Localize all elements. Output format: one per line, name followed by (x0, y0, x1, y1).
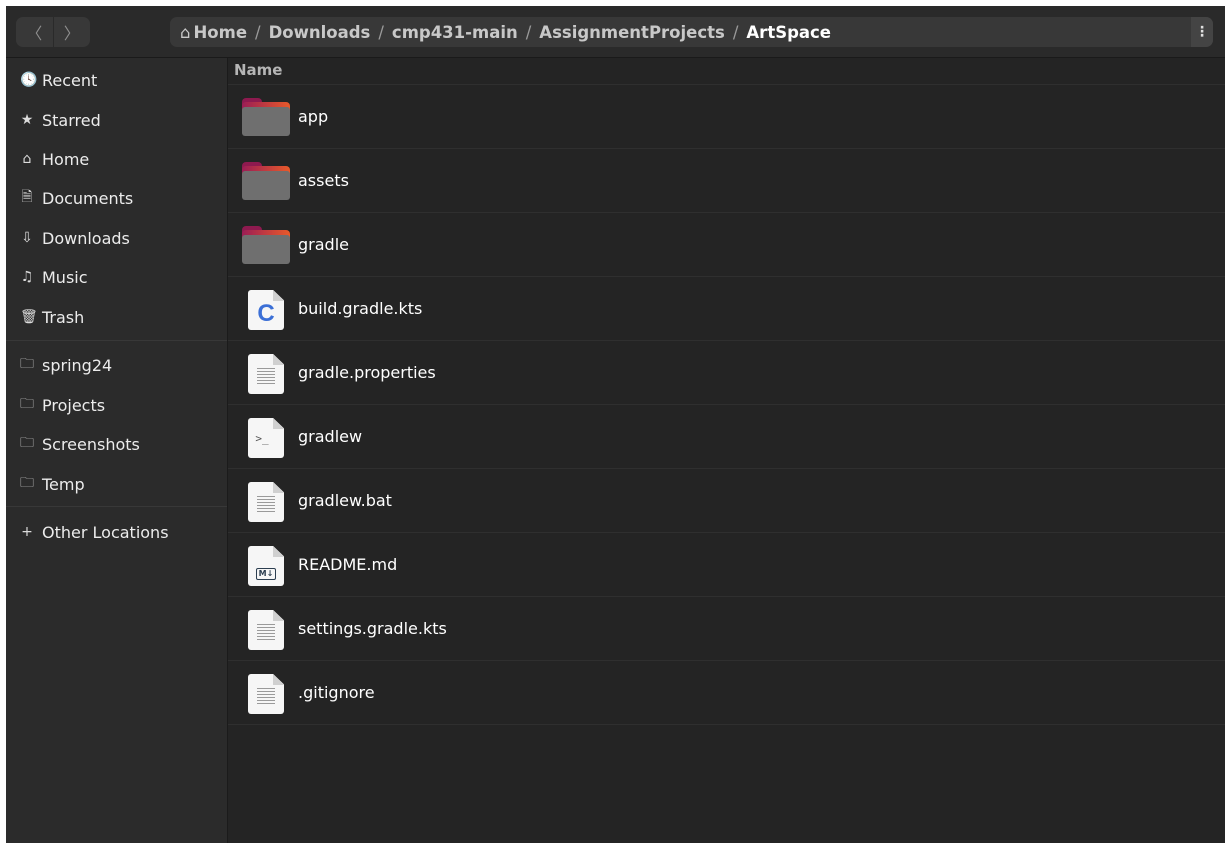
folder-icon (242, 162, 290, 200)
breadcrumb-cmp431-main[interactable]: cmp431-main (392, 23, 518, 42)
markdown-glyph: M↓ (255, 568, 277, 580)
list-item-build-gradle-kts[interactable]: C build.gradle.kts (228, 277, 1225, 341)
forward-button[interactable]: 〉 (54, 17, 91, 47)
forward-icon: 〉 (63, 24, 80, 43)
breadcrumb-separator: / (732, 22, 739, 42)
sidebar-item-label: Screenshots (42, 434, 140, 454)
home-icon: ⌂ (180, 22, 191, 42)
list-item-assets[interactable]: assets (228, 149, 1225, 213)
file-name: build.gradle.kts (298, 299, 423, 318)
list-item-settings-gradle-kts[interactable]: settings.gradle.kts (228, 597, 1225, 661)
star-icon: ★ (20, 112, 34, 128)
sidebar-item-label: Starred (42, 110, 101, 130)
sidebar-item-projects[interactable]: 🗀 Projects (6, 387, 227, 423)
trash-icon: 🗑 (20, 309, 38, 325)
list-item-gradlew[interactable]: >_ gradlew (228, 405, 1225, 469)
kotlin-file-icon: C (248, 290, 284, 330)
home-icon: ⌂ (22, 151, 32, 167)
file-list-view: Name app assets gradle C build.gradle.kt… (228, 58, 1225, 843)
markdown-file-icon: M↓ (248, 546, 284, 586)
file-name: .gitignore (298, 683, 375, 702)
sidebar-item-starred[interactable]: ★ Starred (6, 102, 227, 138)
list-item-readme-md[interactable]: M↓ README.md (228, 533, 1225, 597)
sidebar-item-trash[interactable]: 🗑 Trash (6, 299, 227, 335)
file-name: gradlew (298, 427, 363, 446)
list-item-gitignore[interactable]: .gitignore (228, 661, 1225, 725)
text-file-icon (248, 482, 284, 522)
download-icon: ⇩ (21, 230, 33, 246)
sidebar-item-documents[interactable]: 🗎 Documents (6, 180, 227, 216)
document-icon: 🗎 (21, 189, 33, 205)
file-manager-window: 〈 〉 ⌂ Home / Downloads / cmp431-main / A… (6, 6, 1225, 843)
file-name: settings.gradle.kts (298, 619, 447, 638)
text-file-icon (248, 354, 284, 394)
sidebar-divider (6, 340, 227, 341)
folder-icon (242, 98, 290, 136)
sidebar-item-label: spring24 (42, 355, 113, 375)
sidebar-item-temp[interactable]: 🗀 Temp (6, 466, 227, 502)
navigation-buttons: 〈 〉 (16, 17, 90, 47)
list-item-gradle[interactable]: gradle (228, 213, 1225, 277)
sidebar-item-label: Downloads (42, 228, 130, 248)
breadcrumb-separator: / (525, 22, 532, 42)
sidebar: 🕓 Recent ★ Starred ⌂ Home 🗎 Documents ⇩ … (6, 58, 228, 843)
kebab-menu-icon: ⋮ (1195, 24, 1209, 40)
file-name: app (298, 107, 329, 126)
breadcrumb-separator: / (378, 22, 384, 42)
sidebar-item-label: Recent (42, 70, 98, 90)
breadcrumb-separator: / (255, 22, 261, 42)
script-file-icon: >_ (248, 418, 284, 458)
path-menu-button[interactable]: ⋮ (1191, 17, 1213, 47)
folder-icon: 🗀 (20, 396, 34, 412)
back-button[interactable]: 〈 (16, 17, 54, 47)
sidebar-item-downloads[interactable]: ⇩ Downloads (6, 220, 227, 256)
terminal-glyph: >_ (255, 432, 269, 445)
path-bar: ⌂ Home / Downloads / cmp431-main / Assig… (170, 17, 1213, 47)
list-item-gradle-properties[interactable]: gradle.properties (228, 341, 1225, 405)
folder-icon: 🗀 (20, 356, 34, 372)
column-header[interactable]: Name (228, 58, 1225, 85)
breadcrumb-downloads[interactable]: Downloads (269, 23, 371, 42)
folder-icon (242, 226, 290, 264)
breadcrumb-assignmentprojects[interactable]: AssignmentProjects (539, 23, 725, 42)
sidebar-item-recent[interactable]: 🕓 Recent (6, 62, 227, 98)
sidebar-item-label: Home (42, 149, 90, 169)
breadcrumb-home[interactable]: Home (193, 23, 247, 42)
file-name: gradle.properties (298, 363, 436, 382)
clock-icon: 🕓 (20, 72, 38, 88)
back-icon: 〈 (26, 24, 43, 43)
text-file-icon (248, 610, 284, 650)
sidebar-item-label: Documents (42, 188, 134, 208)
sidebar-item-music[interactable]: ♫ Music (6, 259, 227, 295)
name-column-header[interactable]: Name (234, 61, 282, 79)
text-file-icon (248, 674, 284, 714)
file-name: gradlew.bat (298, 491, 392, 510)
sidebar-item-label: Music (42, 267, 88, 287)
sidebar-item-label: Projects (42, 395, 106, 415)
sidebar-item-home[interactable]: ⌂ Home (6, 141, 227, 177)
folder-icon: 🗀 (20, 435, 34, 451)
header-bar: 〈 〉 ⌂ Home / Downloads / cmp431-main / A… (6, 6, 1225, 58)
breadcrumb-artspace[interactable]: ArtSpace (746, 23, 831, 42)
sidebar-divider (6, 506, 227, 507)
list-item-app[interactable]: app (228, 85, 1225, 149)
folder-icon: 🗀 (20, 475, 34, 491)
plus-icon: + (21, 524, 33, 540)
sidebar-item-spring24[interactable]: 🗀 spring24 (6, 347, 227, 383)
sidebar-item-label: Temp (42, 474, 85, 494)
sidebar-item-label: Other Locations (42, 522, 169, 542)
sidebar-item-other-locations[interactable]: + Other Locations (6, 514, 227, 550)
file-name: assets (298, 171, 349, 190)
file-name: gradle (298, 235, 349, 254)
file-name: README.md (298, 555, 398, 574)
sidebar-item-label: Trash (42, 307, 85, 327)
kotlin-glyph: C (257, 300, 275, 327)
music-icon: ♫ (20, 269, 34, 285)
sidebar-item-screenshots[interactable]: 🗀 Screenshots (6, 426, 227, 462)
list-item-gradlew-bat[interactable]: gradlew.bat (228, 469, 1225, 533)
